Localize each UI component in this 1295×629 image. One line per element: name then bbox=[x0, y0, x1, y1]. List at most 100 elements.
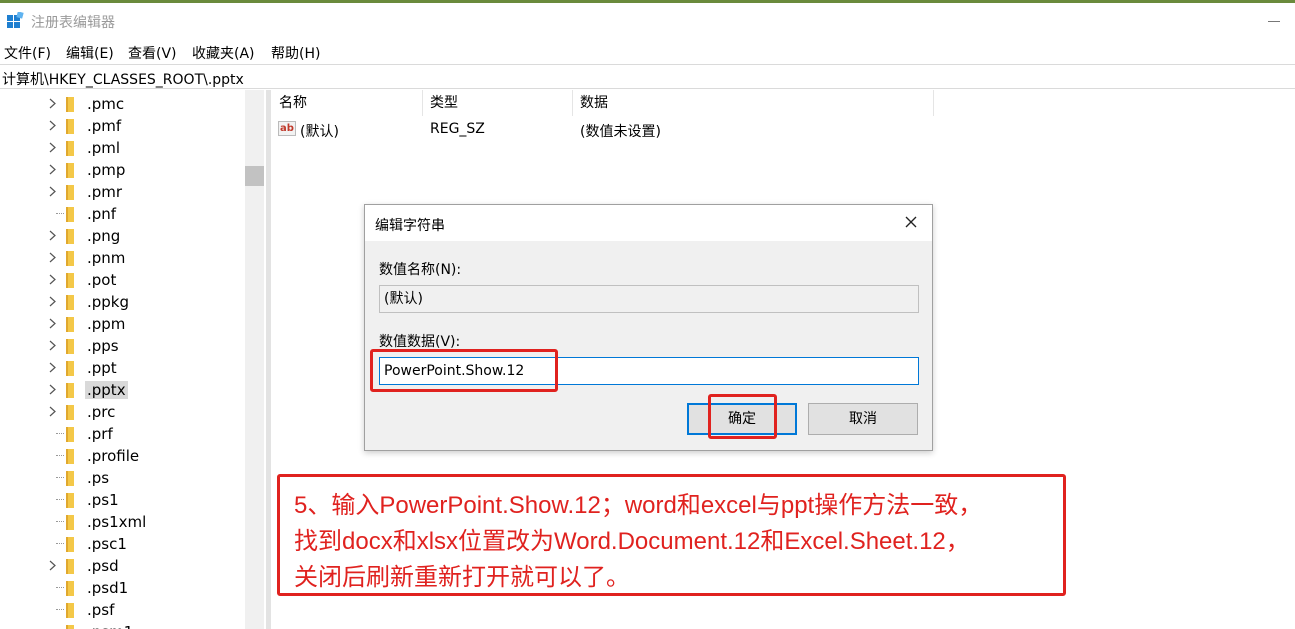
cancel-button[interactable]: 取消 bbox=[808, 403, 918, 435]
tree-item-label: .pmr bbox=[87, 183, 123, 201]
tree-connector bbox=[56, 477, 64, 478]
tree-item-label: .ps1 bbox=[87, 491, 119, 509]
chevron-right-icon[interactable] bbox=[47, 142, 58, 153]
chevron-right-icon[interactable] bbox=[47, 406, 58, 417]
chevron-right-icon[interactable] bbox=[47, 362, 58, 373]
value-name-label: 数值名称(N): bbox=[379, 262, 462, 278]
chevron-right-icon[interactable] bbox=[47, 98, 58, 109]
tree-connector bbox=[56, 609, 64, 610]
regedit-icon bbox=[7, 12, 24, 28]
value-name: (默认) bbox=[300, 124, 339, 140]
tree-item[interactable]: .pml bbox=[0, 137, 245, 159]
tree-item[interactable]: .psf bbox=[0, 599, 245, 621]
chevron-right-icon[interactable] bbox=[47, 560, 58, 571]
chevron-right-icon[interactable] bbox=[47, 296, 58, 307]
menu-edit[interactable]: 编辑(E) bbox=[66, 43, 114, 63]
chevron-right-icon[interactable] bbox=[47, 186, 58, 197]
column-data[interactable]: 数据 bbox=[573, 90, 934, 116]
tree-item[interactable]: .pps bbox=[0, 335, 245, 357]
tree-item[interactable]: .pmr bbox=[0, 181, 245, 203]
string-value-icon: ab bbox=[278, 121, 296, 136]
tree-item[interactable]: .ppkg bbox=[0, 291, 245, 313]
folder-icon bbox=[64, 383, 77, 398]
scrollbar-thumb[interactable] bbox=[245, 166, 264, 186]
tree-item[interactable]: .psd1 bbox=[0, 577, 245, 599]
tree-item[interactable]: .ps bbox=[0, 467, 245, 489]
address-bar[interactable]: 计算机\HKEY_CLASSES_ROOT\.pptx bbox=[0, 64, 1295, 89]
tree-item-label: .profile bbox=[87, 447, 140, 465]
folder-icon bbox=[64, 273, 77, 288]
tree-item[interactable]: .profile bbox=[0, 445, 245, 467]
pane-splitter[interactable] bbox=[266, 90, 271, 629]
menu-bar: 文件(F) 编辑(E) 查看(V) 收藏夹(A) 帮助(H) bbox=[0, 38, 1295, 64]
tree-item[interactable]: .pmc bbox=[0, 93, 245, 115]
chevron-right-icon[interactable] bbox=[47, 274, 58, 285]
column-type[interactable]: 类型 bbox=[423, 90, 573, 116]
tree-item[interactable]: .psc1 bbox=[0, 533, 245, 555]
tree-item[interactable]: .ps1xml bbox=[0, 511, 245, 533]
menu-file[interactable]: 文件(F) bbox=[4, 43, 51, 63]
menu-help[interactable]: 帮助(H) bbox=[271, 43, 320, 63]
tree-item[interactable]: .pot bbox=[0, 269, 245, 291]
value-row[interactable]: ab (默认) REG_SZ (数值未设置) bbox=[272, 118, 972, 140]
folder-icon bbox=[64, 207, 77, 222]
chevron-right-icon[interactable] bbox=[47, 164, 58, 175]
tree-item-label: .pnf bbox=[87, 205, 117, 223]
tree-item[interactable]: .pnm bbox=[0, 247, 245, 269]
folder-icon bbox=[64, 141, 77, 156]
tree-connector bbox=[56, 521, 64, 522]
close-icon[interactable] bbox=[903, 214, 919, 230]
tree-item[interactable]: .ps1 bbox=[0, 489, 245, 511]
value-data-input[interactable]: PowerPoint.Show.12 bbox=[379, 357, 919, 385]
value-type: REG_SZ bbox=[430, 121, 485, 137]
chevron-right-icon[interactable] bbox=[47, 318, 58, 329]
chevron-right-icon[interactable] bbox=[47, 230, 58, 241]
value-data-label: 数值数据(V): bbox=[379, 334, 461, 350]
folder-icon bbox=[64, 625, 77, 629]
key-tree[interactable]: .pmc .pmf .pml .pmp .pmr .pnf .png .pnm .pot .ppk… bbox=[0, 90, 245, 629]
value-name-field: (默认) bbox=[379, 285, 919, 313]
tree-item[interactable]: .ppt bbox=[0, 357, 245, 379]
tree-item-label: .ppm bbox=[87, 315, 126, 333]
tree-item-label: .pmf bbox=[87, 117, 122, 135]
title-bar[interactable]: 注册表编辑器 bbox=[0, 3, 1295, 37]
tree-item[interactable]: .psd bbox=[0, 555, 245, 577]
chevron-right-icon[interactable] bbox=[47, 384, 58, 395]
note-line-2: 找到docx和xlsx位置改为Word.Document.12和Excel.Sh… bbox=[294, 528, 970, 555]
tree-item-label: .psd1 bbox=[87, 579, 129, 597]
tree-item-label: .pml bbox=[87, 139, 121, 157]
tree-item[interactable]: .pnf bbox=[0, 203, 245, 225]
dialog-title: 编辑字符串 bbox=[375, 218, 445, 234]
tree-item-label: .pptx bbox=[85, 381, 128, 399]
column-name[interactable]: 名称 bbox=[272, 90, 423, 116]
tree-item[interactable]: .pmp bbox=[0, 159, 245, 181]
folder-icon bbox=[64, 317, 77, 332]
tree-item-label: .pmc bbox=[87, 95, 125, 113]
tree-scrollbar[interactable] bbox=[245, 90, 264, 629]
ok-button[interactable]: 确定 bbox=[687, 403, 797, 435]
tree-item-label: .ppkg bbox=[87, 293, 130, 311]
tree-connector bbox=[56, 543, 64, 544]
menu-favorites[interactable]: 收藏夹(A) bbox=[192, 43, 255, 63]
tree-connector bbox=[56, 499, 64, 500]
chevron-right-icon[interactable] bbox=[47, 252, 58, 263]
tree-connector bbox=[56, 587, 64, 588]
tree-item[interactable]: .ppm bbox=[0, 313, 245, 335]
folder-icon bbox=[64, 581, 77, 596]
tree-item-label: .prf bbox=[87, 425, 113, 443]
tree-item[interactable]: .psm1 bbox=[0, 621, 245, 629]
tree-item[interactable]: .pptx bbox=[0, 379, 245, 401]
note-line-1: 5、输入PowerPoint.Show.12；word和excel与ppt操作方… bbox=[294, 492, 983, 519]
tree-connector bbox=[56, 433, 64, 434]
menu-view[interactable]: 查看(V) bbox=[128, 43, 177, 63]
tree-item[interactable]: .png bbox=[0, 225, 245, 247]
tree-item-label: .psf bbox=[87, 601, 115, 619]
chevron-right-icon[interactable] bbox=[47, 120, 58, 131]
tree-item[interactable]: .prc bbox=[0, 401, 245, 423]
tree-item[interactable]: .pmf bbox=[0, 115, 245, 137]
address-path[interactable]: 计算机\HKEY_CLASSES_ROOT\.pptx bbox=[2, 69, 244, 89]
chevron-right-icon[interactable] bbox=[47, 340, 58, 351]
dialog-title-bar[interactable]: 编辑字符串 bbox=[365, 205, 932, 241]
minimize-button[interactable] bbox=[1268, 21, 1280, 22]
tree-item[interactable]: .prf bbox=[0, 423, 245, 445]
